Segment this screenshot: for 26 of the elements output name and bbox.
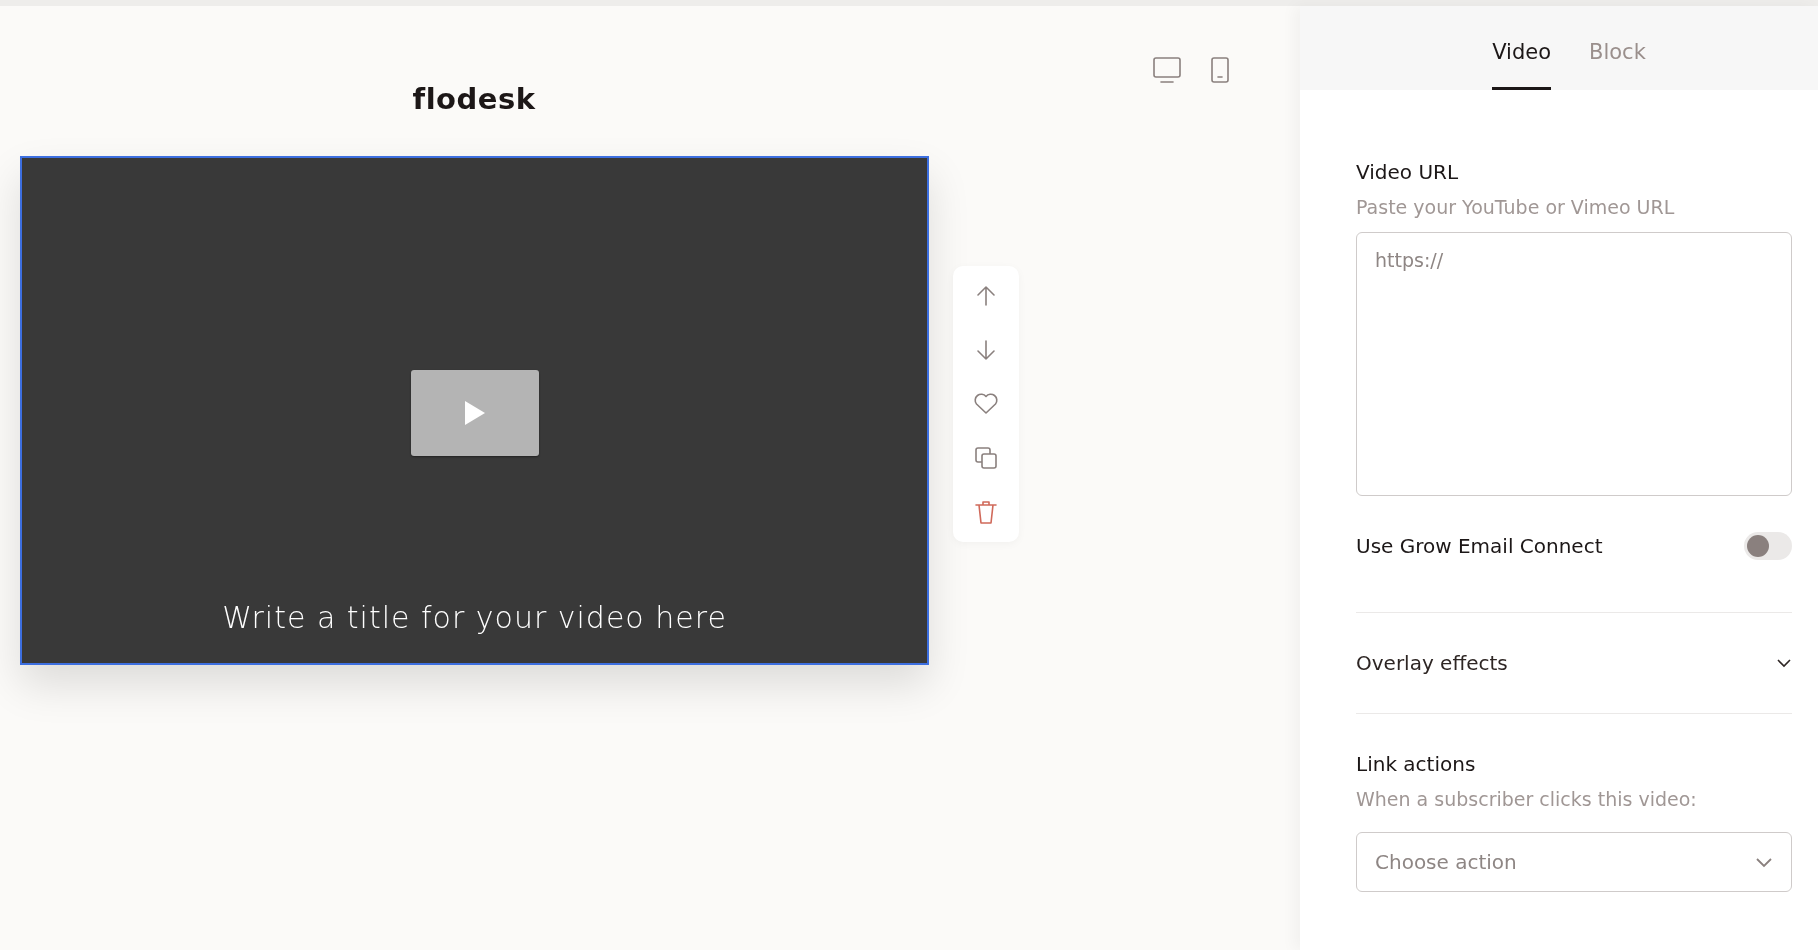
mobile-icon[interactable] xyxy=(1210,56,1230,84)
arrow-down-icon xyxy=(974,338,998,362)
field-label: Video URL xyxy=(1356,160,1460,184)
arrow-up-icon xyxy=(974,284,998,308)
duplicate-icon xyxy=(974,446,998,470)
video-block[interactable]: Write a title for your video here xyxy=(20,156,929,665)
logo: flodesk xyxy=(411,82,537,116)
duplicate-button[interactable] xyxy=(972,444,1000,472)
play-button[interactable] xyxy=(410,370,539,456)
delete-button[interactable] xyxy=(972,498,1000,526)
url-input-field[interactable]: https:// xyxy=(1356,232,1792,496)
toggle-switch[interactable] xyxy=(1744,532,1792,560)
field-label: Link actions xyxy=(1356,752,1477,776)
toggle-label: Use Grow Email Connect xyxy=(1356,534,1603,558)
trash-icon xyxy=(974,499,998,525)
tab[interactable]: Video xyxy=(1492,6,1551,90)
chevron-icon xyxy=(1776,658,1792,668)
heart-icon xyxy=(973,392,999,416)
field-hint: When a subscriber clicks this video: xyxy=(1356,788,1698,810)
accordion-header[interactable]: Overlay effects xyxy=(1356,613,1792,714)
play-icon xyxy=(462,399,487,427)
action-dropdown[interactable]: Choose action xyxy=(1356,832,1792,892)
chevron-icon xyxy=(1755,856,1773,868)
video-title[interactable]: Write a title for your video here xyxy=(222,600,727,635)
desktop-icon[interactable] xyxy=(1152,56,1182,84)
field-hint: Paste your YouTube or Vimeo URL xyxy=(1356,196,1676,218)
